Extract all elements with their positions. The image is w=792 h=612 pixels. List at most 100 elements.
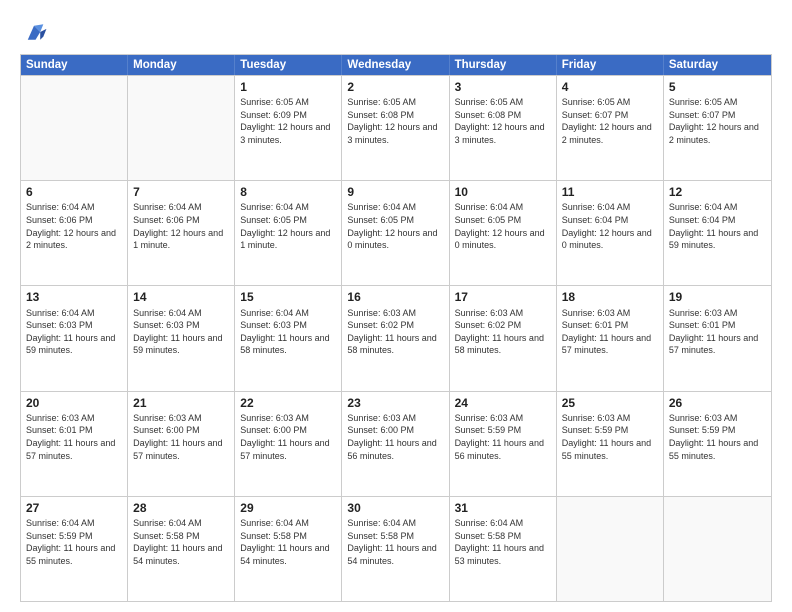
day-number: 13 (26, 289, 122, 305)
calendar-header-cell: Sunday (21, 55, 128, 75)
calendar-cell: 14 Sunrise: 6:04 AM Sunset: 6:03 PM Dayli… (128, 286, 235, 390)
calendar-cell: 20Sunrise: 6:03 AM Sunset: 6:01 PM Dayli… (21, 392, 128, 496)
calendar-cell: 19 Sunrise: 6:03 AM Sunset: 6:01 PM Dayli… (664, 286, 771, 390)
cell-info: Sunrise: 6:03 AM Sunset: 6:01 PM Dayligh… (669, 307, 766, 357)
cell-info: Sunrise: 6:03 AM Sunset: 6:01 PM Dayligh… (562, 307, 658, 357)
calendar-cell: 8Sunrise: 6:04 AM Sunset: 6:05 PM Daylig… (235, 181, 342, 285)
day-number: 2 (347, 79, 443, 95)
cell-info: Sunrise: 6:05 AM Sunset: 6:08 PM Dayligh… (455, 96, 551, 146)
calendar-cell: 24Sunrise: 6:03 AM Sunset: 5:59 PM Dayli… (450, 392, 557, 496)
day-number: 11 (562, 184, 658, 200)
calendar-cell: 2Sunrise: 6:05 AM Sunset: 6:08 PM Daylig… (342, 76, 449, 180)
day-number: 26 (669, 395, 766, 411)
cell-info: Sunrise: 6:04 AM Sunset: 6:05 PM Dayligh… (455, 201, 551, 251)
cell-info: Sunrise: 6:03 AM Sunset: 6:00 PM Dayligh… (133, 412, 229, 462)
calendar-cell: 29Sunrise: 6:04 AM Sunset: 5:58 PM Dayli… (235, 497, 342, 601)
cell-info: Sunrise: 6:03 AM Sunset: 6:00 PM Dayligh… (240, 412, 336, 462)
day-number: 1 (240, 79, 336, 95)
calendar-cell: 18 Sunrise: 6:03 AM Sunset: 6:01 PM Dayli… (557, 286, 664, 390)
page: SundayMondayTuesdayWednesdayThursdayFrid… (0, 0, 792, 612)
cell-info: Sunrise: 6:03 AM Sunset: 6:02 PM Dayligh… (455, 307, 551, 357)
calendar-week: 27Sunrise: 6:04 AM Sunset: 5:59 PM Dayli… (21, 496, 771, 601)
day-number: 7 (133, 184, 229, 200)
cell-info: Sunrise: 6:05 AM Sunset: 6:07 PM Dayligh… (669, 96, 766, 146)
header (20, 18, 772, 46)
day-number: 28 (133, 500, 229, 516)
day-number: 23 (347, 395, 443, 411)
calendar-week: 1Sunrise: 6:05 AM Sunset: 6:09 PM Daylig… (21, 75, 771, 180)
cell-info: Sunrise: 6:03 AM Sunset: 6:02 PM Dayligh… (347, 307, 443, 357)
calendar-cell: 15 Sunrise: 6:04 AM Sunset: 6:03 PM Dayli… (235, 286, 342, 390)
logo (20, 18, 52, 46)
calendar-cell: 5Sunrise: 6:05 AM Sunset: 6:07 PM Daylig… (664, 76, 771, 180)
calendar-header-cell: Thursday (450, 55, 557, 75)
cell-info: Sunrise: 6:04 AM Sunset: 6:05 PM Dayligh… (347, 201, 443, 251)
day-number: 18 (562, 289, 658, 305)
calendar-cell: 26Sunrise: 6:03 AM Sunset: 5:59 PM Dayli… (664, 392, 771, 496)
cell-info: Sunrise: 6:04 AM Sunset: 5:59 PM Dayligh… (26, 517, 122, 567)
calendar-header-cell: Tuesday (235, 55, 342, 75)
day-number: 5 (669, 79, 766, 95)
calendar-header-cell: Wednesday (342, 55, 449, 75)
calendar-cell: 28Sunrise: 6:04 AM Sunset: 5:58 PM Dayli… (128, 497, 235, 601)
calendar-header-cell: Friday (557, 55, 664, 75)
calendar-cell (21, 76, 128, 180)
cell-info: Sunrise: 6:03 AM Sunset: 6:01 PM Dayligh… (26, 412, 122, 462)
day-number: 27 (26, 500, 122, 516)
cell-info: Sunrise: 6:04 AM Sunset: 6:06 PM Dayligh… (133, 201, 229, 251)
cell-info: Sunrise: 6:05 AM Sunset: 6:07 PM Dayligh… (562, 96, 658, 146)
calendar-week: 6Sunrise: 6:04 AM Sunset: 6:06 PM Daylig… (21, 180, 771, 285)
calendar-cell: 1Sunrise: 6:05 AM Sunset: 6:09 PM Daylig… (235, 76, 342, 180)
day-number: 9 (347, 184, 443, 200)
calendar-cell: 16 Sunrise: 6:03 AM Sunset: 6:02 PM Dayli… (342, 286, 449, 390)
calendar-cell: 23Sunrise: 6:03 AM Sunset: 6:00 PM Dayli… (342, 392, 449, 496)
calendar-cell: 10Sunrise: 6:04 AM Sunset: 6:05 PM Dayli… (450, 181, 557, 285)
calendar: SundayMondayTuesdayWednesdayThursdayFrid… (20, 54, 772, 602)
calendar-cell: 12Sunrise: 6:04 AM Sunset: 6:04 PM Dayli… (664, 181, 771, 285)
logo-icon (20, 18, 48, 46)
cell-info: Sunrise: 6:04 AM Sunset: 6:05 PM Dayligh… (240, 201, 336, 251)
day-number: 25 (562, 395, 658, 411)
day-number: 14 (133, 289, 229, 305)
cell-info: Sunrise: 6:04 AM Sunset: 5:58 PM Dayligh… (347, 517, 443, 567)
calendar-cell: 30Sunrise: 6:04 AM Sunset: 5:58 PM Dayli… (342, 497, 449, 601)
calendar-cell: 27Sunrise: 6:04 AM Sunset: 5:59 PM Dayli… (21, 497, 128, 601)
cell-info: Sunrise: 6:04 AM Sunset: 6:04 PM Dayligh… (669, 201, 766, 251)
day-number: 21 (133, 395, 229, 411)
day-number: 29 (240, 500, 336, 516)
cell-info: Sunrise: 6:03 AM Sunset: 5:59 PM Dayligh… (455, 412, 551, 462)
day-number: 20 (26, 395, 122, 411)
calendar-cell: 4Sunrise: 6:05 AM Sunset: 6:07 PM Daylig… (557, 76, 664, 180)
cell-info: Sunrise: 6:04 AM Sunset: 6:06 PM Dayligh… (26, 201, 122, 251)
calendar-cell: 6Sunrise: 6:04 AM Sunset: 6:06 PM Daylig… (21, 181, 128, 285)
calendar-cell: 3Sunrise: 6:05 AM Sunset: 6:08 PM Daylig… (450, 76, 557, 180)
calendar-cell: 7Sunrise: 6:04 AM Sunset: 6:06 PM Daylig… (128, 181, 235, 285)
day-number: 10 (455, 184, 551, 200)
cell-info: Sunrise: 6:03 AM Sunset: 5:59 PM Dayligh… (562, 412, 658, 462)
calendar-cell: 22Sunrise: 6:03 AM Sunset: 6:00 PM Dayli… (235, 392, 342, 496)
cell-info: Sunrise: 6:04 AM Sunset: 5:58 PM Dayligh… (455, 517, 551, 567)
day-number: 16 (347, 289, 443, 305)
calendar-cell (128, 76, 235, 180)
day-number: 8 (240, 184, 336, 200)
cell-info: Sunrise: 6:04 AM Sunset: 6:03 PM Dayligh… (133, 307, 229, 357)
calendar-cell: 17 Sunrise: 6:03 AM Sunset: 6:02 PM Dayli… (450, 286, 557, 390)
cell-info: Sunrise: 6:03 AM Sunset: 6:00 PM Dayligh… (347, 412, 443, 462)
day-number: 17 (455, 289, 551, 305)
calendar-cell: 21Sunrise: 6:03 AM Sunset: 6:00 PM Dayli… (128, 392, 235, 496)
day-number: 3 (455, 79, 551, 95)
calendar-cell (557, 497, 664, 601)
day-number: 22 (240, 395, 336, 411)
calendar-cell: 25Sunrise: 6:03 AM Sunset: 5:59 PM Dayli… (557, 392, 664, 496)
cell-info: Sunrise: 6:05 AM Sunset: 6:08 PM Dayligh… (347, 96, 443, 146)
cell-info: Sunrise: 6:04 AM Sunset: 5:58 PM Dayligh… (240, 517, 336, 567)
day-number: 15 (240, 289, 336, 305)
calendar-cell (664, 497, 771, 601)
day-number: 19 (669, 289, 766, 305)
day-number: 30 (347, 500, 443, 516)
cell-info: Sunrise: 6:04 AM Sunset: 6:03 PM Dayligh… (240, 307, 336, 357)
day-number: 31 (455, 500, 551, 516)
calendar-cell: 11Sunrise: 6:04 AM Sunset: 6:04 PM Dayli… (557, 181, 664, 285)
day-number: 24 (455, 395, 551, 411)
calendar-week: 13 Sunrise: 6:04 AM Sunset: 6:03 PM Dayli… (21, 285, 771, 390)
